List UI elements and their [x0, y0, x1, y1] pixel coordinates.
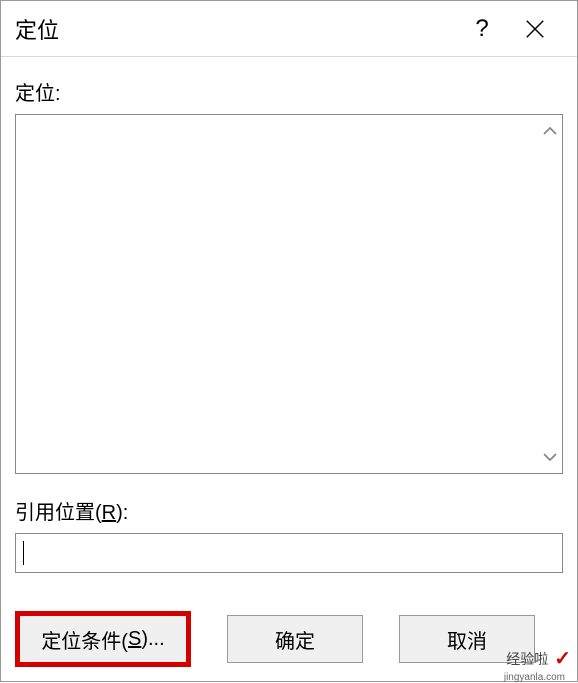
reference-label: 引用位置(R):	[15, 496, 563, 525]
scroll-down-button[interactable]	[538, 447, 562, 467]
chevron-up-icon	[543, 126, 557, 136]
titlebar: 定位 ?	[1, 1, 577, 57]
help-button[interactable]: ?	[457, 1, 507, 57]
cancel-button[interactable]: 取消	[399, 615, 535, 663]
listbox-scrollbar	[538, 115, 562, 473]
reference-input[interactable]	[15, 533, 563, 573]
chevron-down-icon	[543, 452, 557, 462]
ok-button[interactable]: 确定	[227, 615, 363, 663]
scroll-up-button[interactable]	[538, 121, 562, 141]
watermark-url: jingyanla.com	[504, 672, 565, 683]
dialog-title: 定位	[15, 13, 457, 45]
close-icon	[524, 18, 546, 40]
goto-listbox[interactable]	[15, 114, 563, 474]
button-row: 定位条件(S)... 确定 取消	[15, 611, 577, 667]
dialog-content: 定位: 引用位置(R):	[1, 57, 577, 573]
close-button[interactable]	[507, 1, 563, 57]
goto-label: 定位:	[15, 77, 563, 106]
special-button[interactable]: 定位条件(S)...	[15, 611, 191, 667]
